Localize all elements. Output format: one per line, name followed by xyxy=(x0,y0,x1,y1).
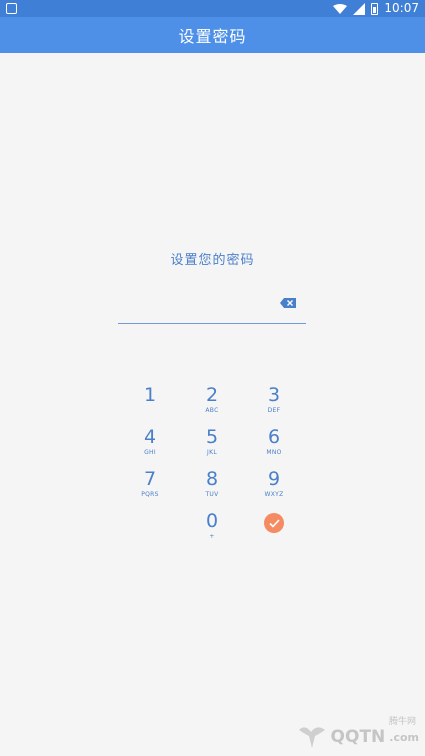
check-icon xyxy=(268,518,280,528)
key-1[interactable]: 1 xyxy=(130,384,170,424)
key-6[interactable]: 6 MNO xyxy=(254,426,294,466)
bull-logo-icon xyxy=(298,727,325,748)
password-prompt: 设置您的密码 xyxy=(170,253,255,268)
key-3[interactable]: 3 DEF xyxy=(254,384,294,424)
status-time: 10:07 xyxy=(384,1,419,15)
key-7[interactable]: 7 PQRS xyxy=(130,468,170,508)
notification-icon xyxy=(6,3,17,14)
signal-icon xyxy=(353,2,366,15)
key-8[interactable]: 8 TUV xyxy=(192,468,232,508)
watermark: 腾牛网 QQTN .com xyxy=(297,717,419,750)
status-bar: 10:07 xyxy=(0,0,425,17)
watermark-site: 腾牛网 xyxy=(388,717,416,727)
battery-icon xyxy=(371,2,379,15)
watermark-brand: QQTN xyxy=(330,727,386,747)
wifi-icon xyxy=(333,3,348,14)
pin-input[interactable] xyxy=(118,290,306,324)
key-0[interactable]: 0 + xyxy=(192,510,232,550)
key-4[interactable]: 4 GHI xyxy=(130,426,170,466)
app-bar: 设置密码 xyxy=(0,17,425,53)
backspace-icon[interactable] xyxy=(280,298,296,308)
key-9[interactable]: 9 WXYZ xyxy=(254,468,294,508)
confirm-button[interactable] xyxy=(264,513,284,533)
page-title: 设置密码 xyxy=(178,27,247,46)
key-2[interactable]: 2 ABC xyxy=(192,384,232,424)
watermark-suffix: .com xyxy=(389,730,419,744)
status-icons: 10:07 xyxy=(333,0,419,17)
key-5[interactable]: 5 JKL xyxy=(192,426,232,466)
